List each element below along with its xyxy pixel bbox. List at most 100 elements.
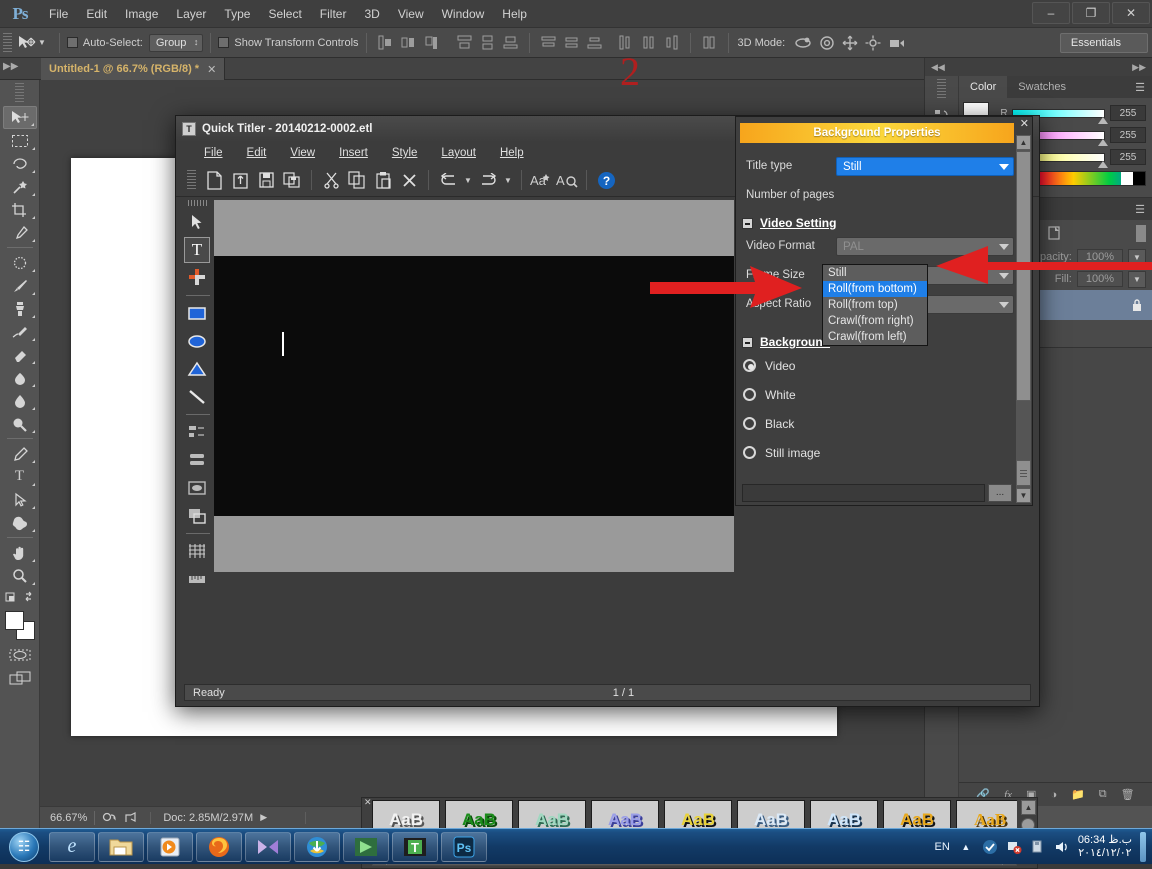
panel-dock-collapse-bar[interactable]: ◀◀ ▶▶ [925,58,1152,76]
default-colors-and-swap[interactable] [3,587,37,607]
media-player-icon[interactable] [147,831,193,862]
ruler-tool[interactable] [184,566,210,592]
styles-close-icon[interactable]: ✕ [364,797,372,808]
zoom-level[interactable]: 66.67% [50,812,87,824]
background-option-video[interactable]: Video [736,351,1032,380]
tool-palette-grip[interactable] [188,200,208,206]
distribute-tool[interactable] [184,447,210,473]
align-horizontal-centers-icon[interactable] [400,34,417,51]
dropdown-option-crawl-from-left[interactable]: Crawl(from left) [823,329,927,345]
distribute-top-edges-icon[interactable] [540,34,557,51]
ellipse-tool[interactable] [184,328,210,354]
align-vertical-centers-icon[interactable] [479,34,496,51]
quick-mask-toggle[interactable] [3,643,37,666]
undo-dropdown-icon[interactable]: ▼ [462,176,474,185]
crosshair-tool[interactable] [184,265,210,291]
tool-type[interactable]: T [3,465,37,488]
tool-brush[interactable] [3,274,37,297]
menu-type[interactable]: Type [215,3,259,25]
tool-marquee[interactable] [3,129,37,152]
3d-camera-icon[interactable] [888,36,906,50]
dock-collapse-right-icon[interactable]: ▶▶ [1132,62,1146,73]
open-icon[interactable] [228,168,252,192]
tool-move[interactable] [2,106,37,129]
still-image-path-input[interactable] [742,484,985,502]
tool-crop[interactable] [3,198,37,221]
tool-eyedropper[interactable] [3,221,37,244]
copy-icon[interactable] [345,168,369,192]
help-icon[interactable]: ? [594,168,618,192]
menu-select[interactable]: Select [259,3,310,25]
tool-path-selection[interactable] [3,488,37,511]
paste-icon[interactable] [371,168,395,192]
color-panel-menu-icon[interactable]: ☰ [1128,76,1152,98]
tool-pen[interactable] [3,442,37,465]
delete-layer-icon[interactable]: 🗑 [1121,788,1135,801]
distribute-right-edges-icon[interactable] [663,34,680,51]
tool-custom-shape[interactable] [3,511,37,534]
green-value[interactable]: 255 [1110,127,1146,143]
grid-tool[interactable] [184,538,210,564]
align-left-edges-icon[interactable] [377,34,394,51]
scroll-down-button[interactable]: ▼ [1016,488,1031,503]
panel-collapse-arrows-icon[interactable]: ▶▶ [3,61,35,72]
share-icon[interactable] [124,811,140,824]
tool-eraser[interactable] [3,343,37,366]
redo-icon[interactable] [476,168,500,192]
menu-edit[interactable]: Edit [77,3,116,25]
dropdown-option-roll-from-bottom[interactable]: Roll(from bottom) [823,281,927,297]
title-type-dropdown-list[interactable]: Still Roll(from bottom) Roll(from top) C… [822,264,928,346]
adjustment-layer-icon[interactable]: ◑ [1050,789,1057,801]
menu-file[interactable]: File [40,3,77,25]
rectangle-tool[interactable] [184,300,210,326]
auto-select-checkbox[interactable] [66,37,78,48]
titler-menu-style[interactable]: Style [380,145,430,161]
pointer-tool[interactable] [184,209,210,235]
video-settings-section-header[interactable]: Video Setting [742,216,1032,230]
radio-black[interactable] [743,417,756,430]
tool-preset-chevron-icon[interactable]: ▼ [38,38,46,47]
restore-button[interactable]: ❐ [1072,2,1110,24]
background-option-still-image[interactable]: Still image [736,438,1032,467]
new-group-icon[interactable]: 📁 [1071,788,1085,801]
align-top-edges-icon[interactable] [456,34,473,51]
show-hidden-icons-chevron-icon[interactable]: ▲ [958,839,974,855]
tool-magic-wand[interactable] [3,175,37,198]
menu-layer[interactable]: Layer [167,3,215,25]
document-tab-close-icon[interactable]: ✕ [207,63,216,76]
titler-menu-help[interactable]: Help [488,145,536,161]
properties-close-icon[interactable]: ✕ [1020,117,1029,130]
photoshop-icon[interactable]: Ps [441,831,487,862]
find-icon[interactable]: A [555,168,579,192]
idm-icon[interactable] [294,831,340,862]
tool-history-brush[interactable] [3,320,37,343]
text-tool[interactable]: T [184,237,210,263]
radio-white[interactable] [743,388,756,401]
show-desktop-button[interactable] [1140,831,1146,862]
title-type-dropdown[interactable]: Still [836,156,1014,176]
preview-settings-icon[interactable] [102,811,118,824]
start-orb[interactable]: ☷ [2,831,46,863]
cut-icon[interactable] [319,168,343,192]
titler-menu-view[interactable]: View [278,145,327,161]
edius-icon[interactable] [343,831,389,862]
scroll-up-button[interactable]: ▲ [1016,135,1031,150]
tab-swatches[interactable]: Swatches [1007,76,1077,98]
blue-value[interactable]: 255 [1110,149,1146,165]
titler-menu-layout[interactable]: Layout [429,145,488,161]
triangle-tool[interactable] [184,356,210,382]
internet-explorer-icon[interactable]: e [49,831,95,862]
tool-zoom[interactable] [3,564,37,587]
distribute-vertical-centers-icon[interactable] [563,34,580,51]
dropdown-option-roll-from-top[interactable]: Roll(from top) [823,297,927,313]
document-tab[interactable]: Untitled-1 @ 66.7% (RGB/8) * ✕ [41,58,226,80]
collapse-minus-icon[interactable] [742,217,753,229]
auto-select-scope-dropdown[interactable]: Group [148,33,204,52]
removable-media-icon[interactable] [1030,839,1046,855]
scroll-grip[interactable] [1016,460,1031,486]
radio-video[interactable] [743,359,756,372]
language-indicator[interactable]: EN [935,841,950,853]
dropdown-option-still[interactable]: Still [823,265,927,281]
distribute-bottom-edges-icon[interactable] [586,34,603,51]
clock[interactable]: 06:34 ب.ظ ٢٠١٤/١٢/٠٢ [1078,834,1132,860]
